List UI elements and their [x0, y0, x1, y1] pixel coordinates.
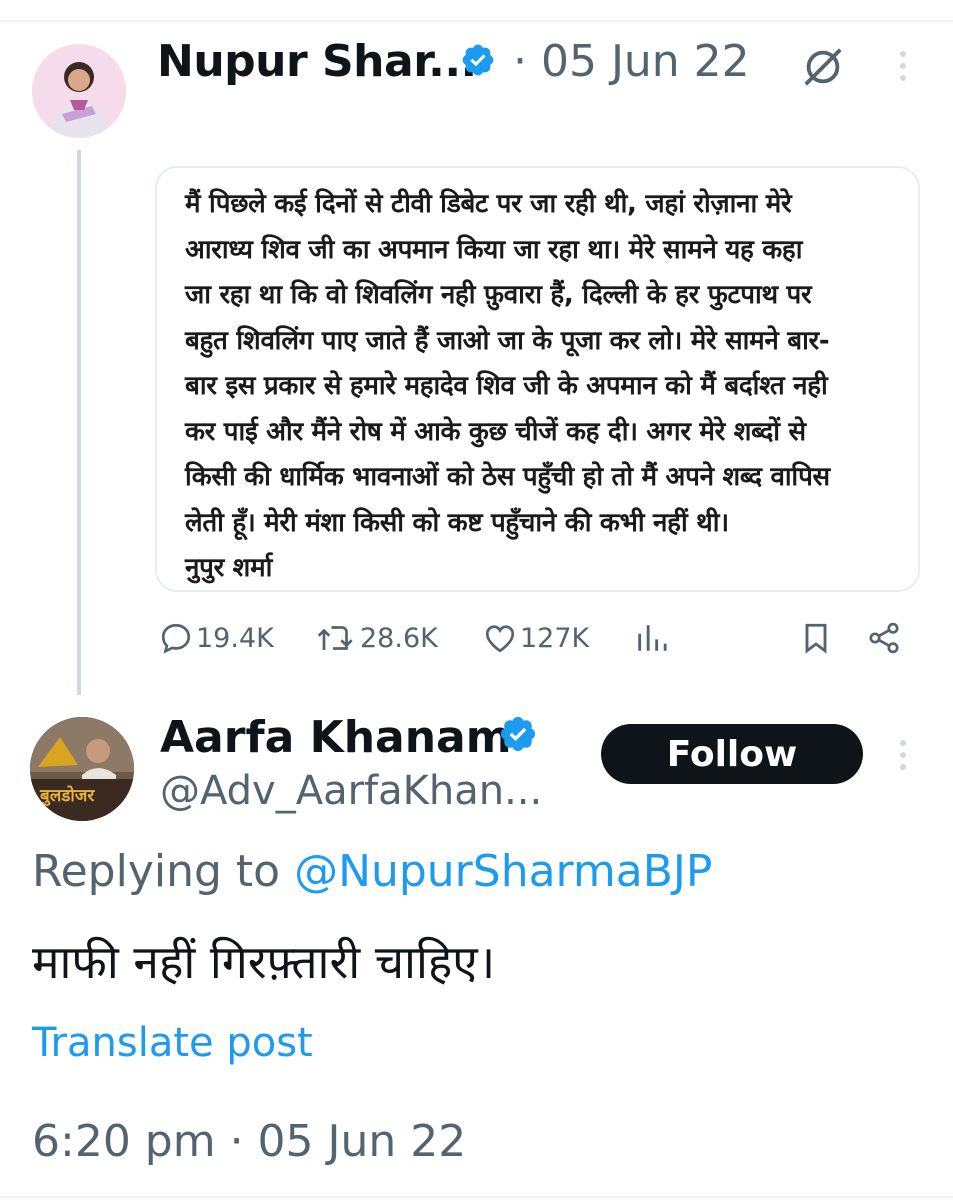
like-button[interactable]: 127K	[482, 620, 589, 656]
avatar[interactable]: बुलडोजर	[30, 717, 134, 821]
grok-icon[interactable]	[800, 44, 846, 94]
translate-post-link[interactable]: Translate post	[32, 1020, 313, 1066]
heart-icon	[485, 625, 515, 653]
statement-line: मैं पिछले कई दिनों से टीवी डिबेट पर जा र…	[185, 189, 792, 219]
views-button[interactable]	[634, 620, 670, 656]
like-count: 127K	[520, 622, 590, 654]
author-name[interactable]: Nupur Shar...	[157, 36, 477, 87]
avatar-caption: बुलडोजर	[40, 786, 95, 806]
statement-line: बहुत शिवलिंग पाए जाते हैं जाओ जा के पूजा…	[185, 325, 830, 356]
share-icon	[869, 622, 899, 654]
statement-line: लेती हूँ। मेरी मंशा किसी को कष्ट पहुँचान…	[185, 507, 729, 538]
avatar-photo-icon	[32, 44, 126, 138]
follow-button[interactable]: Follow	[601, 724, 863, 784]
repost-button[interactable]: 28.6K	[314, 620, 438, 656]
statement-signature: नुपुर शर्मा	[185, 553, 273, 583]
thread-connector-line	[77, 150, 81, 695]
verified-badge-icon	[498, 714, 538, 758]
replying-to-line: Replying to @NupurSharmaBJP	[32, 846, 712, 897]
statement-line: आराध्य शिव जी का अपमान किया जा रहा था। म…	[185, 234, 803, 265]
avatar[interactable]	[32, 44, 126, 138]
statement-line: किसी की धार्मिक भावनाओं को ठेस पहुँची हो…	[185, 462, 830, 492]
reply-count: 19.4K	[196, 622, 274, 654]
statement-line: जा रहा था कि वो शिवलिंग नही फ़ुवारा हैं,…	[185, 280, 812, 310]
repost-icon	[317, 626, 353, 650]
statement-line: बार इस प्रकार से हमारे महादेव शिव जी के …	[185, 371, 828, 401]
more-options-icon[interactable]	[893, 737, 913, 777]
tweet-timestamp[interactable]: 6:20 pm · 05 Jun 22	[32, 1116, 466, 1167]
verified-badge-icon	[460, 42, 496, 82]
reply-icon	[161, 623, 191, 654]
repost-count: 28.6K	[360, 622, 438, 654]
tweet-text: माफी नहीं गिरफ़्तारी चाहिए।	[32, 935, 496, 989]
statement-text: मैं पिछले कई दिनों से टीवी डिबेट पर जा र…	[185, 182, 905, 592]
analytics-icon	[638, 625, 667, 651]
mention-link[interactable]: @NupurSharmaBJP	[294, 846, 712, 897]
bottom-divider	[0, 1196, 953, 1198]
more-options-icon[interactable]	[893, 48, 913, 88]
tweet-actions-bar: 19.4K 28.6K 127K	[158, 620, 918, 664]
statement-line: कर पाई और मैंने रोष में आके कुछ चीजें कह…	[185, 416, 806, 447]
reply-button[interactable]: 19.4K	[158, 620, 274, 656]
top-divider	[0, 0, 953, 22]
author-handle[interactable]: @Adv_AarfaKhan...	[160, 768, 542, 814]
replying-prefix: Replying to	[32, 846, 281, 897]
bookmark-button[interactable]	[798, 620, 836, 656]
tweet-date[interactable]: · 05 Jun 22	[513, 36, 750, 87]
author-name[interactable]: Aarfa Khanam	[160, 712, 512, 763]
share-button[interactable]	[866, 620, 904, 656]
bookmark-icon	[805, 623, 827, 654]
statement-image-card[interactable]: मैं पिछले कई दिनों से टीवी डिबेट पर जा र…	[155, 166, 920, 592]
